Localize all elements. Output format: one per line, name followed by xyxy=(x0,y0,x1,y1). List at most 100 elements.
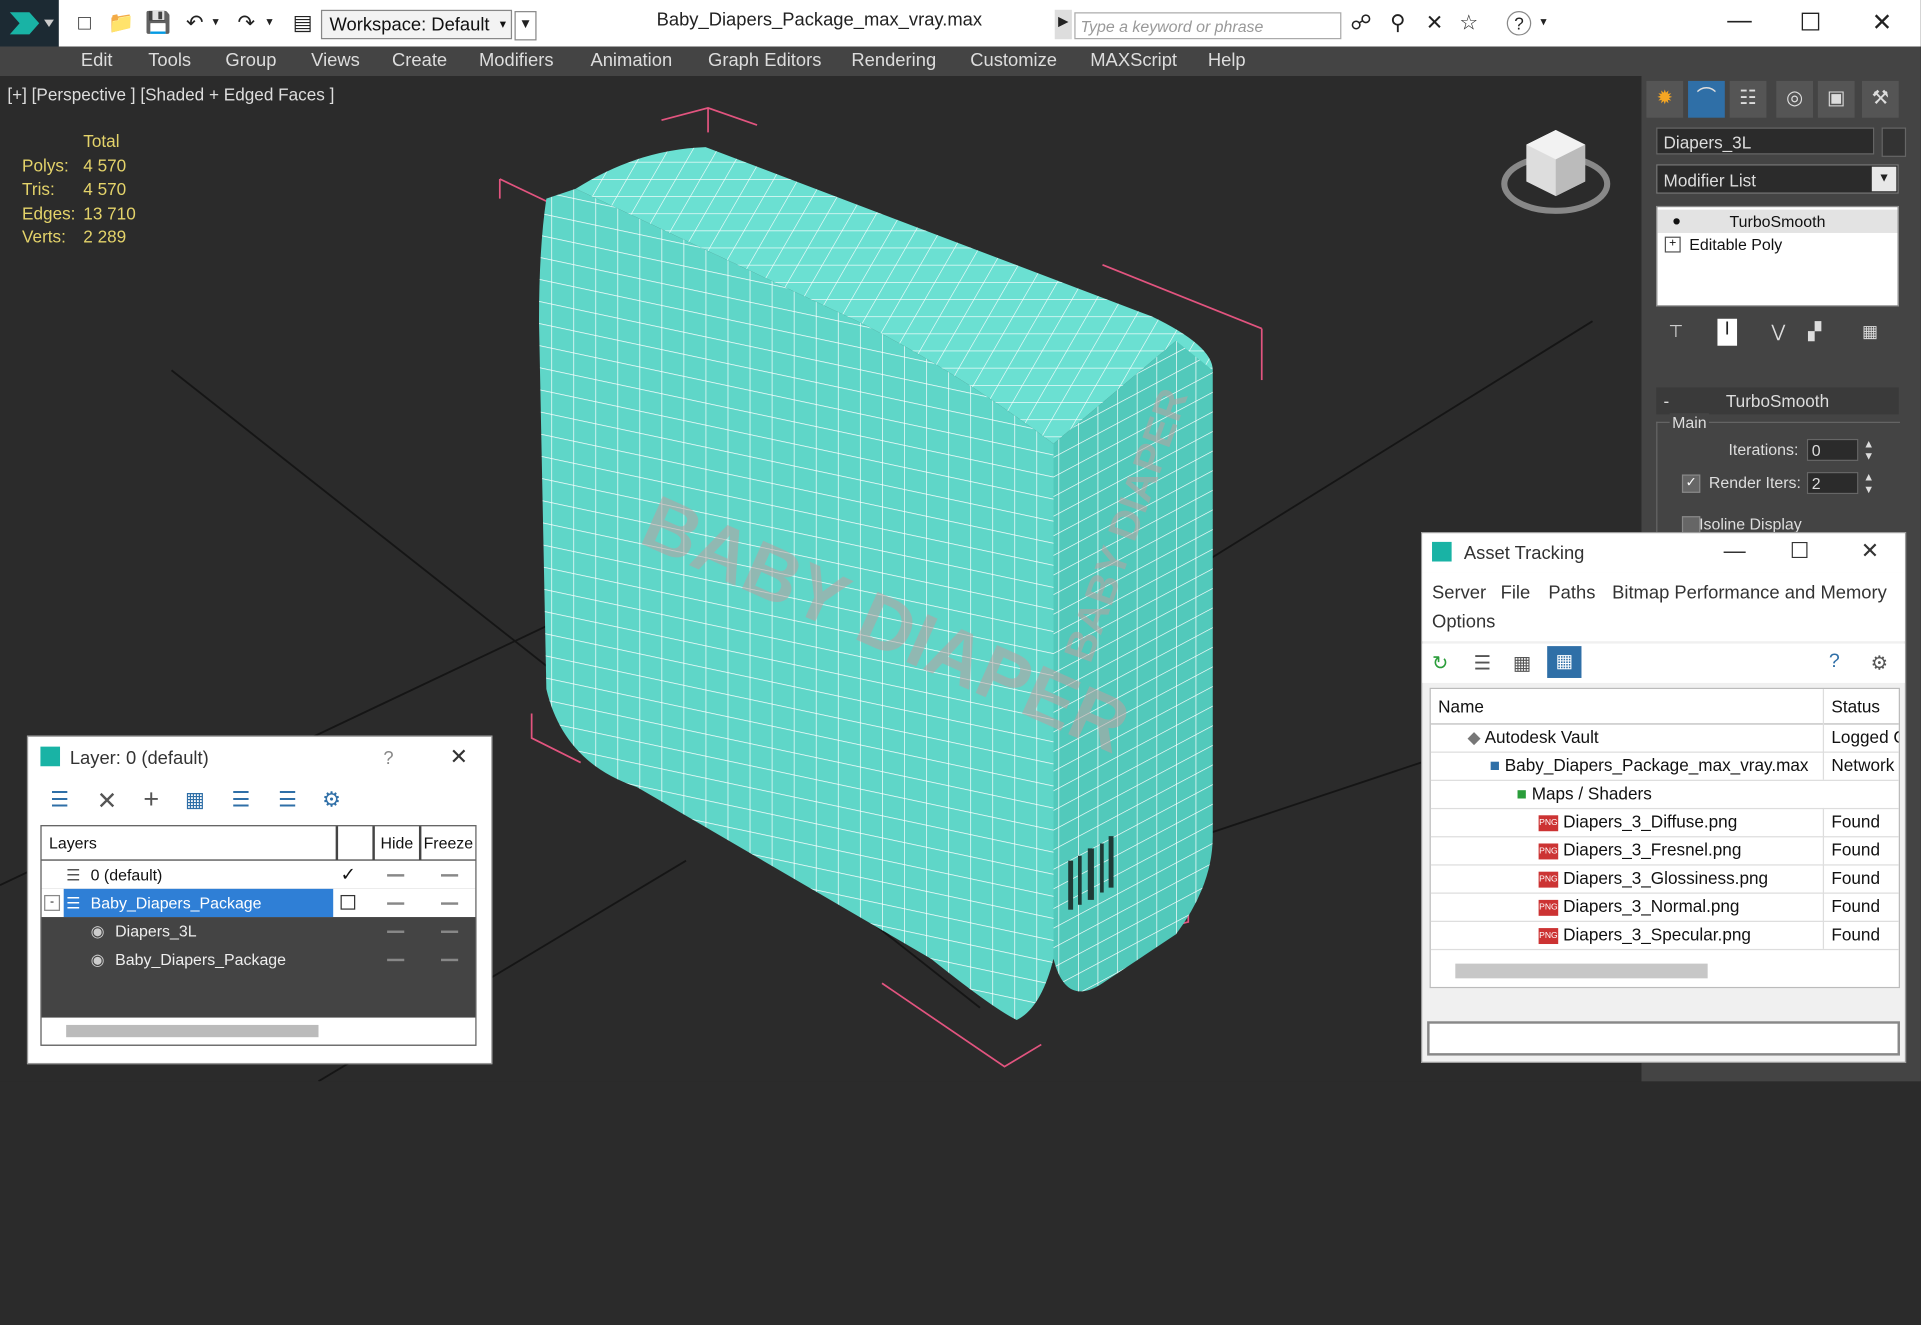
favorites-star-icon[interactable]: ☆ xyxy=(1455,11,1482,36)
column-status-header[interactable]: Status xyxy=(1822,689,1899,724)
menu-views[interactable]: Views xyxy=(311,50,360,71)
set-current-layer-icon[interactable]: ☰ xyxy=(278,788,297,813)
horizontal-scrollbar[interactable] xyxy=(66,1024,319,1038)
table-row[interactable]: PNG Diapers_3_Fresnel.png Found xyxy=(1430,836,1899,866)
key-icon[interactable]: ⚲ xyxy=(1384,11,1411,36)
open-file-icon[interactable]: 📁 xyxy=(108,11,135,36)
menu-group[interactable]: Group xyxy=(225,50,276,71)
redo-icon[interactable]: ↷ xyxy=(233,11,260,36)
expand-search-icon[interactable]: ▶ xyxy=(1054,9,1072,40)
display-tab-icon[interactable]: ▣ xyxy=(1817,80,1855,118)
layer-titlebar[interactable]: Layer: 0 (default) ? ✕ xyxy=(28,737,491,779)
workspace-selector[interactable]: Workspace: Default ▾ xyxy=(320,9,513,40)
stack-item-turbosmooth[interactable]: ● TurboSmooth xyxy=(1657,209,1898,233)
configure-sets-icon[interactable]: ▦ xyxy=(1862,321,1878,342)
help-icon[interactable]: ? xyxy=(1829,651,1840,673)
chevron-down-icon[interactable]: ▼ xyxy=(1871,166,1897,192)
search-input[interactable]: Type a keyword or phrase xyxy=(1074,12,1342,40)
close-icon[interactable]: ✕ xyxy=(1861,538,1879,564)
minimize-icon[interactable]: — xyxy=(1727,7,1752,35)
active-layer-check-icon[interactable]: ✓ xyxy=(341,861,356,889)
layer-row[interactable]: - ☰ Baby_Diapers_Package xyxy=(41,888,476,918)
show-end-result-icon[interactable]: I xyxy=(1717,318,1738,346)
app-logo-icon[interactable] xyxy=(0,0,59,47)
collapse-icon[interactable]: - xyxy=(44,894,61,911)
menu-modifiers[interactable]: Modifiers xyxy=(479,50,554,71)
column-name-header[interactable]: Name xyxy=(1438,689,1484,723)
table-row[interactable]: PNG Diapers_3_Normal.png Found xyxy=(1430,892,1899,922)
menu-tools[interactable]: Tools xyxy=(148,50,191,71)
help-dropdown-icon[interactable]: ▾ xyxy=(1536,11,1551,36)
pin-stack-icon[interactable]: ⊤ xyxy=(1668,321,1683,342)
object-name-field[interactable]: Diapers_3L xyxy=(1656,127,1875,155)
menu-paths[interactable]: Paths xyxy=(1548,582,1595,603)
remove-modifier-icon[interactable]: ▞ xyxy=(1808,321,1821,342)
column-layers-header[interactable]: Layers xyxy=(41,826,336,860)
spinner-arrows-icon[interactable]: ▲ ▼ xyxy=(1863,438,1874,463)
asset-path-field[interactable] xyxy=(1427,1021,1900,1056)
table-row[interactable]: PNG Diapers_3_Glossiness.png Found xyxy=(1430,864,1899,894)
expand-plus-icon[interactable]: + xyxy=(1664,236,1681,253)
column-hide-header[interactable]: Hide xyxy=(374,826,419,860)
maximize-icon[interactable]: ☐ xyxy=(1790,538,1810,564)
make-unique-icon[interactable]: ⋁ xyxy=(1771,321,1785,342)
layer-row[interactable]: ◉ Diapers_3L xyxy=(42,917,476,945)
refresh-icon[interactable]: ↻ xyxy=(1432,651,1448,676)
help-icon[interactable]: ? xyxy=(1506,11,1532,36)
layer-settings-icon[interactable]: ⚙ xyxy=(322,788,341,813)
menu-create[interactable]: Create xyxy=(392,50,447,71)
settings-icon[interactable]: ⚙ xyxy=(1871,651,1889,676)
table-row[interactable]: ■ Maps / Shaders xyxy=(1430,780,1899,810)
menu-edit[interactable]: Edit xyxy=(81,50,113,71)
motion-tab-icon[interactable]: ◎ xyxy=(1776,80,1813,118)
select-layer-icon[interactable]: ☰ xyxy=(232,788,251,813)
object-color-swatch[interactable] xyxy=(1881,127,1907,157)
workspace-menu-icon[interactable]: ▼ xyxy=(514,11,537,41)
layer-row[interactable]: ☰ 0 (default) ✓ xyxy=(41,860,476,889)
select-objects-icon[interactable]: ▦ xyxy=(185,788,205,813)
turbosmooth-rollout-header[interactable]: - TurboSmooth xyxy=(1656,387,1899,415)
menu-graph-editors[interactable]: Graph Editors xyxy=(708,50,821,71)
menu-animation[interactable]: Animation xyxy=(590,50,672,71)
new-layer-icon[interactable]: ☰ xyxy=(50,788,69,813)
close-icon[interactable]: ✕ xyxy=(450,744,468,770)
menu-server[interactable]: Server xyxy=(1432,582,1486,603)
binoculars-icon[interactable]: ☍ xyxy=(1348,11,1375,36)
communication-icon[interactable]: ✕ xyxy=(1421,11,1448,36)
undo-icon[interactable]: ↶ xyxy=(181,11,208,36)
save-icon[interactable]: 💾 xyxy=(145,11,172,36)
table-row[interactable]: PNG Diapers_3_Specular.png Found xyxy=(1430,920,1899,951)
stack-item-editable-poly[interactable]: + Editable Poly xyxy=(1657,233,1897,256)
menu-bitmap-performance[interactable]: Bitmap Performance and Memory xyxy=(1612,582,1887,603)
delete-layer-icon[interactable]: ✕ xyxy=(97,786,118,817)
new-file-icon[interactable]: □ xyxy=(71,11,98,36)
menu-rendering[interactable]: Rendering xyxy=(851,50,936,71)
menu-file[interactable]: File xyxy=(1501,582,1531,603)
render-iters-spinner[interactable]: 2 xyxy=(1806,472,1859,495)
table-view-icon[interactable]: ▦ xyxy=(1547,646,1582,678)
help-icon[interactable]: ? xyxy=(383,748,393,769)
table-row[interactable]: ■ Baby_Diapers_Package_max_vray.max Netw… xyxy=(1430,751,1899,781)
menu-options[interactable]: Options xyxy=(1432,612,1495,633)
viewport-label[interactable]: [+] [Perspective ] [Shaded + Edged Faces… xyxy=(7,85,334,105)
redo-dropdown-icon[interactable]: ▾ xyxy=(262,11,277,36)
menu-maxscript[interactable]: MAXScript xyxy=(1090,50,1177,71)
list-view-icon[interactable]: ☰ xyxy=(1474,651,1492,676)
maximize-icon[interactable]: ☐ xyxy=(1800,7,1822,38)
asset-tracking-titlebar[interactable]: Asset Tracking — ☐ ✕ xyxy=(1422,533,1905,573)
column-freeze-header[interactable]: Freeze xyxy=(421,826,476,860)
tree-view-icon[interactable]: ▦ xyxy=(1513,651,1532,676)
modifier-list-dropdown[interactable]: Modifier List xyxy=(1656,164,1899,194)
utilities-tab-icon[interactable]: ⚒ xyxy=(1862,80,1899,118)
menu-customize[interactable]: Customize xyxy=(970,50,1057,71)
layer-row[interactable]: ◉ Baby_Diapers_Package xyxy=(42,945,476,973)
hierarchy-tab-icon[interactable]: ☷ xyxy=(1729,80,1767,118)
render-iters-checkbox[interactable]: ✓ xyxy=(1681,474,1701,493)
table-row[interactable]: ◆ Autodesk Vault Logged C xyxy=(1430,723,1899,753)
minimize-icon[interactable]: — xyxy=(1724,538,1746,564)
menu-help[interactable]: Help xyxy=(1208,50,1246,71)
table-row[interactable]: PNG Diapers_3_Diffuse.png Found xyxy=(1430,807,1899,838)
project-folder-icon[interactable]: ▤ xyxy=(289,11,316,36)
undo-dropdown-icon[interactable]: ▾ xyxy=(208,11,223,36)
add-to-layer-icon[interactable]: + xyxy=(143,783,159,815)
